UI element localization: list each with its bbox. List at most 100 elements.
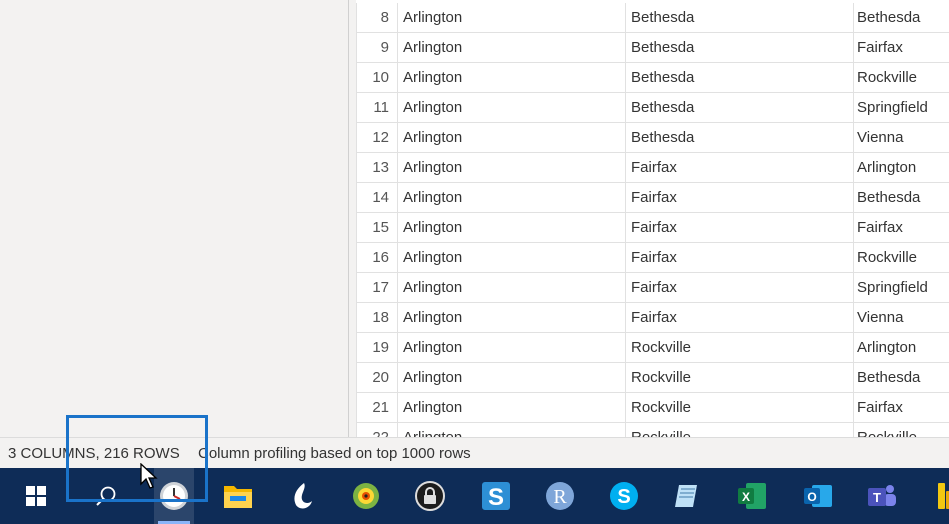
chameleon-icon[interactable]	[346, 476, 386, 516]
cell-column-2[interactable]: Rockville	[626, 423, 854, 437]
pane-splitter[interactable]	[348, 0, 356, 437]
cell-column-1[interactable]: Arlington	[398, 183, 626, 213]
svg-text:R: R	[553, 486, 567, 508]
cell-column-2[interactable]: Fairfax	[626, 243, 854, 273]
annotation-highlight-box	[66, 415, 208, 502]
table-row[interactable]: 11 Arlington Bethesda Springfield	[356, 93, 949, 123]
row-index: 15	[356, 213, 398, 243]
table-row[interactable]: 15 Arlington Fairfax Fairfax	[356, 213, 949, 243]
row-index: 22	[356, 423, 398, 437]
row-index: 19	[356, 333, 398, 363]
cell-column-1[interactable]: Arlington	[398, 243, 626, 273]
queries-pane	[0, 0, 348, 437]
row-index: 20	[356, 363, 398, 393]
cell-column-1[interactable]: Arlington	[398, 33, 626, 63]
cell-column-3[interactable]: Fairfax	[854, 33, 949, 63]
notepad-icon[interactable]	[668, 476, 708, 516]
cell-column-2[interactable]: Rockville	[626, 333, 854, 363]
table-row[interactable]: 9 Arlington Bethesda Fairfax	[356, 33, 949, 63]
file-explorer-icon[interactable]	[218, 476, 258, 516]
cell-column-3[interactable]: Springfield	[854, 93, 949, 123]
cell-column-3[interactable]: Rockville	[854, 243, 949, 273]
cell-column-2[interactable]: Fairfax	[626, 273, 854, 303]
cell-column-2[interactable]: Bethesda	[626, 63, 854, 93]
table-row[interactable]: 16 Arlington Fairfax Rockville	[356, 243, 949, 273]
table-row[interactable]: 22 Arlington Rockville Rockville	[356, 423, 949, 437]
cell-column-1[interactable]: Arlington	[398, 273, 626, 303]
row-index: 18	[356, 303, 398, 333]
row-index: 9	[356, 33, 398, 63]
snagit-icon[interactable]: S	[476, 476, 516, 516]
row-index: 17	[356, 273, 398, 303]
table-row[interactable]: 13 Arlington Fairfax Arlington	[356, 153, 949, 183]
table-row[interactable]: 20 Arlington Rockville Bethesda	[356, 363, 949, 393]
cell-column-3[interactable]: Fairfax	[854, 393, 949, 423]
cell-column-3[interactable]: Fairfax	[854, 213, 949, 243]
cell-column-2[interactable]: Fairfax	[626, 213, 854, 243]
row-index: 8	[356, 3, 398, 33]
svg-text:T: T	[873, 490, 881, 505]
cell-column-3[interactable]: Bethesda	[854, 3, 949, 33]
row-index: 11	[356, 93, 398, 123]
windows-start-icon[interactable]	[16, 476, 56, 516]
cell-column-2[interactable]: Bethesda	[626, 33, 854, 63]
cell-column-3[interactable]: Springfield	[854, 273, 949, 303]
cell-column-1[interactable]: Arlington	[398, 153, 626, 183]
cell-column-2[interactable]: Rockville	[626, 363, 854, 393]
cell-column-3[interactable]: Rockville	[854, 63, 949, 93]
lock-app-icon[interactable]	[410, 476, 450, 516]
cell-column-1[interactable]: Arlington	[398, 423, 626, 437]
cell-column-3[interactable]: Vienna	[854, 303, 949, 333]
cell-column-2[interactable]: Bethesda	[626, 3, 854, 33]
row-index: 13	[356, 153, 398, 183]
table-row[interactable]: 12 Arlington Bethesda Vienna	[356, 123, 949, 153]
teams-icon[interactable]: T	[862, 476, 902, 516]
cell-column-2[interactable]: Bethesda	[626, 123, 854, 153]
row-index: 14	[356, 183, 398, 213]
mouse-cursor-icon	[140, 463, 158, 489]
cell-column-1[interactable]: Arlington	[398, 333, 626, 363]
cell-column-2[interactable]: Fairfax	[626, 303, 854, 333]
cell-column-2[interactable]: Fairfax	[626, 153, 854, 183]
outlook-icon[interactable]: O	[798, 476, 838, 516]
cell-column-3[interactable]: Bethesda	[854, 183, 949, 213]
cell-column-3[interactable]: Vienna	[854, 123, 949, 153]
cell-column-2[interactable]: Bethesda	[626, 93, 854, 123]
power-bi-icon[interactable]	[922, 476, 949, 516]
skype-icon[interactable]: S	[604, 476, 644, 516]
r-icon[interactable]: R	[540, 476, 580, 516]
cell-column-3[interactable]: Bethesda	[854, 363, 949, 393]
cell-column-2[interactable]: Rockville	[626, 393, 854, 423]
table-row[interactable]: 19 Arlington Rockville Arlington	[356, 333, 949, 363]
table-row[interactable]: 21 Arlington Rockville Fairfax	[356, 393, 949, 423]
svg-text:X: X	[742, 490, 750, 504]
svg-text:O: O	[807, 490, 816, 504]
row-index: 21	[356, 393, 398, 423]
power-query-window: 8 Arlington Bethesda Bethesda 9 Arlingto…	[0, 0, 949, 524]
table-row[interactable]: 14 Arlington Fairfax Bethesda	[356, 183, 949, 213]
cell-column-1[interactable]: Arlington	[398, 363, 626, 393]
table-row[interactable]: 8 Arlington Bethesda Bethesda	[356, 3, 949, 33]
svg-text:S: S	[617, 486, 630, 508]
row-index: 16	[356, 243, 398, 273]
cell-column-1[interactable]: Arlington	[398, 93, 626, 123]
cell-column-3[interactable]: Rockville	[854, 423, 949, 437]
data-grid: 8 Arlington Bethesda Bethesda 9 Arlingto…	[356, 0, 949, 437]
cell-column-1[interactable]: Arlington	[398, 3, 626, 33]
column-profiling-status[interactable]: Column profiling based on top 1000 rows	[198, 438, 471, 469]
cell-column-1[interactable]: Arlington	[398, 123, 626, 153]
cell-column-3[interactable]: Arlington	[854, 153, 949, 183]
cell-column-1[interactable]: Arlington	[398, 303, 626, 333]
cell-column-2[interactable]: Fairfax	[626, 183, 854, 213]
cell-column-1[interactable]: Arlington	[398, 393, 626, 423]
table-row[interactable]: 17 Arlington Fairfax Springfield	[356, 273, 949, 303]
cell-column-3[interactable]: Arlington	[854, 333, 949, 363]
dragon-icon[interactable]	[282, 476, 322, 516]
cell-column-1[interactable]: Arlington	[398, 213, 626, 243]
table-row[interactable]: 18 Arlington Fairfax Vienna	[356, 303, 949, 333]
row-index: 10	[356, 63, 398, 93]
excel-icon[interactable]: X	[732, 476, 772, 516]
cell-column-1[interactable]: Arlington	[398, 63, 626, 93]
row-index: 12	[356, 123, 398, 153]
table-row[interactable]: 10 Arlington Bethesda Rockville	[356, 63, 949, 93]
